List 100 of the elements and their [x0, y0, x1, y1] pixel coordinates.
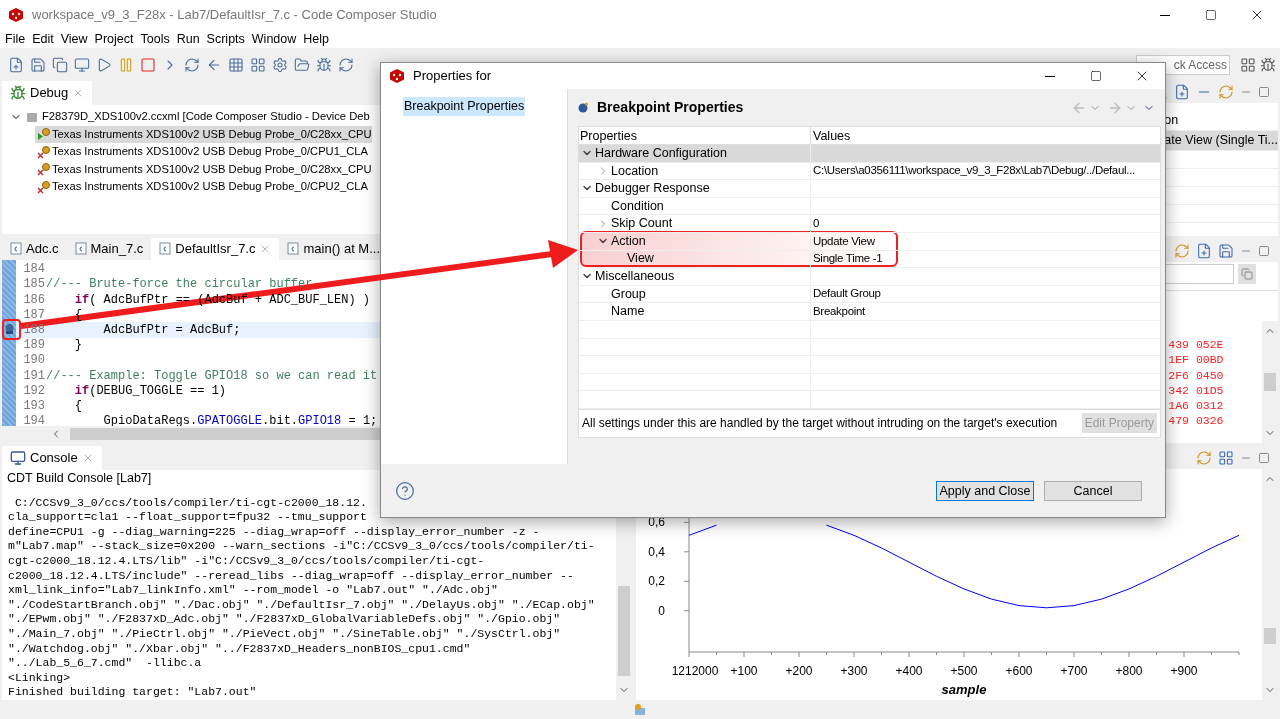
code-line: }: [73, 337, 82, 355]
editor-tab[interactable]: main() at M...: [279, 237, 389, 260]
line-number: 186: [22, 291, 46, 309]
running-thread-icon: [37, 127, 51, 142]
console-line: C:/CCSv9_3_0/ccs/tools/compiler/ti-cgt-c2000_18.12.: [13, 495, 367, 511]
maximize-icon: [1205, 9, 1217, 21]
grid-icon[interactable]: [228, 56, 244, 73]
new-file-icon[interactable]: [8, 56, 24, 73]
property-name[interactable]: Skip Count: [611, 214, 673, 234]
pause-icon[interactable]: [118, 56, 134, 73]
property-value: Breakpoint: [813, 304, 865, 319]
tree-item[interactable]: Texas Instruments XDS100v2 USB Debug Probe_0/C28xx_CPU: [35, 160, 372, 178]
tree-item[interactable]: Texas Instruments XDS100v2 USB Debug Probe_0/CPU2_CLA: [35, 178, 368, 196]
menu-item[interactable]: Edit: [32, 29, 54, 49]
property-value: Single Time -1: [813, 251, 883, 267]
x-axis-label: sample: [941, 682, 987, 697]
property-name[interactable]: Action: [611, 231, 646, 251]
memory-value: 1A6 0312: [1168, 397, 1224, 414]
perspective-icon[interactable]: [1240, 56, 1256, 73]
highlight-frame: [2, 319, 21, 340]
stop-icon[interactable]: [140, 56, 156, 73]
dialog-button[interactable]: Cancel: [1044, 480, 1142, 501]
maximize-icon: [1090, 70, 1102, 82]
go-button[interactable]: [1238, 264, 1256, 285]
console-line: Finished building target: "Lab7.out": [8, 685, 257, 700]
x-tick-label: +500: [950, 664, 978, 678]
tree-item[interactable]: F28379D_XDS100v2.ccxml [Code Composer Studio - Device Deb: [42, 108, 370, 126]
editor-tab[interactable]: DefaultIsr_7.c: [151, 237, 280, 260]
property-description: All settings under this are handled by the target without intruding on the target's execution: [582, 415, 1058, 433]
resume-icon[interactable]: [96, 56, 112, 73]
minimize-icon: [1045, 75, 1055, 77]
property-name[interactable]: Condition: [611, 196, 664, 216]
settings-icon[interactable]: [272, 56, 288, 73]
reload-icon[interactable]: [338, 56, 354, 73]
menu-item[interactable]: Run: [176, 29, 200, 49]
save-icon[interactable]: [30, 56, 46, 73]
menu-item[interactable]: Project: [94, 29, 134, 49]
menu-item[interactable]: Help: [303, 29, 329, 49]
x-tick-label: +900: [1170, 664, 1198, 678]
x-tick-label: +600: [1005, 664, 1033, 678]
menu-item[interactable]: Window: [251, 29, 297, 49]
c-file-icon: [10, 242, 22, 256]
debug-perspective-icon[interactable]: [1260, 56, 1276, 73]
console-line: "./Watchdog.obj" "./Xbar.obj" "../F2837xD_Headers_nonBIOS_cpu1.cmd": [8, 641, 471, 657]
menu-item[interactable]: View: [60, 29, 88, 49]
line-number: 194: [22, 413, 46, 426]
breakpoint-icon[interactable]: [3, 322, 15, 335]
property-name[interactable]: Debugger Response: [595, 179, 710, 198]
line-number: 193: [22, 397, 46, 415]
refresh-icon[interactable]: [1174, 243, 1190, 260]
bug-icon: [10, 85, 26, 101]
property-name[interactable]: Location: [611, 161, 659, 181]
maximize-view-icon[interactable]: [1258, 452, 1270, 464]
refresh-icon[interactable]: [1196, 450, 1212, 466]
monitor-icon[interactable]: [74, 56, 90, 73]
column-header: Properties: [579, 127, 811, 144]
scrollbar-thumb[interactable]: [1264, 373, 1276, 392]
scrollbar-thumb[interactable]: [1264, 628, 1276, 644]
debug-icon[interactable]: [316, 56, 332, 73]
property-name[interactable]: Group: [611, 284, 646, 304]
y-tick-label: 0,2: [648, 574, 666, 589]
scrollbar-thumb[interactable]: [618, 586, 631, 676]
minimize-icon: [1160, 14, 1170, 16]
maximize-view-icon[interactable]: [1258, 86, 1270, 98]
property-value: C:\Users\a0356111\workspace_v9_3_F28x\Lab7\Debug/../Defaul...: [813, 163, 1135, 179]
app-logo-icon: [389, 68, 405, 84]
menu-item[interactable]: Scripts: [206, 29, 245, 49]
console-tab[interactable]: Console: [2, 445, 102, 470]
y-tick-label: 0,4: [648, 544, 666, 559]
y-tick-label: 0: [658, 603, 666, 618]
line-number: 191: [22, 367, 46, 385]
page-title: Breakpoint Properties: [597, 98, 744, 117]
debug-tab[interactable]: Debug: [2, 81, 93, 105]
nav-item[interactable]: Breakpoint Properties: [403, 97, 526, 116]
maximize-view-icon[interactable]: [1258, 245, 1270, 258]
code-line: AdcBufPtr = AdcBuf;: [102, 322, 241, 340]
tree-item[interactable]: Texas Instruments XDS100v2 USB Debug Probe_0/C28xx_CPU: [35, 125, 372, 143]
memory-value: 342 01D5: [1168, 382, 1224, 398]
menu-item[interactable]: Tools: [140, 29, 170, 49]
menu-item[interactable]: File: [5, 29, 26, 49]
memory-value: 479 0326: [1168, 413, 1224, 429]
property-value: Default Group: [813, 286, 881, 302]
editor-tab[interactable]: Main_7.c: [66, 237, 152, 260]
column-header: Values: [812, 128, 851, 144]
property-name[interactable]: Name: [611, 302, 645, 321]
code-line: {: [73, 306, 82, 324]
help-icon[interactable]: [395, 480, 415, 501]
copy-icon: [1241, 268, 1253, 281]
save-all-icon[interactable]: [52, 56, 68, 73]
editor-tab[interactable]: Adc.c: [2, 237, 67, 260]
status-icon: [633, 702, 647, 717]
console-title: CDT Build Console [Lab7]: [6, 469, 153, 487]
memory-value: 2F6 0450: [1168, 367, 1224, 383]
property-name[interactable]: View: [627, 249, 654, 269]
memory-value: 1EF 00BD: [1168, 352, 1224, 368]
property-value: Update View: [813, 233, 875, 249]
property-name[interactable]: Miscellaneous: [595, 267, 675, 286]
dialog-button[interactable]: Apply and Close: [936, 480, 1034, 501]
tree-item[interactable]: Texas Instruments XDS100v2 USB Debug Probe_0/CPU1_CLA: [35, 143, 368, 161]
line-number: 187: [22, 306, 46, 324]
